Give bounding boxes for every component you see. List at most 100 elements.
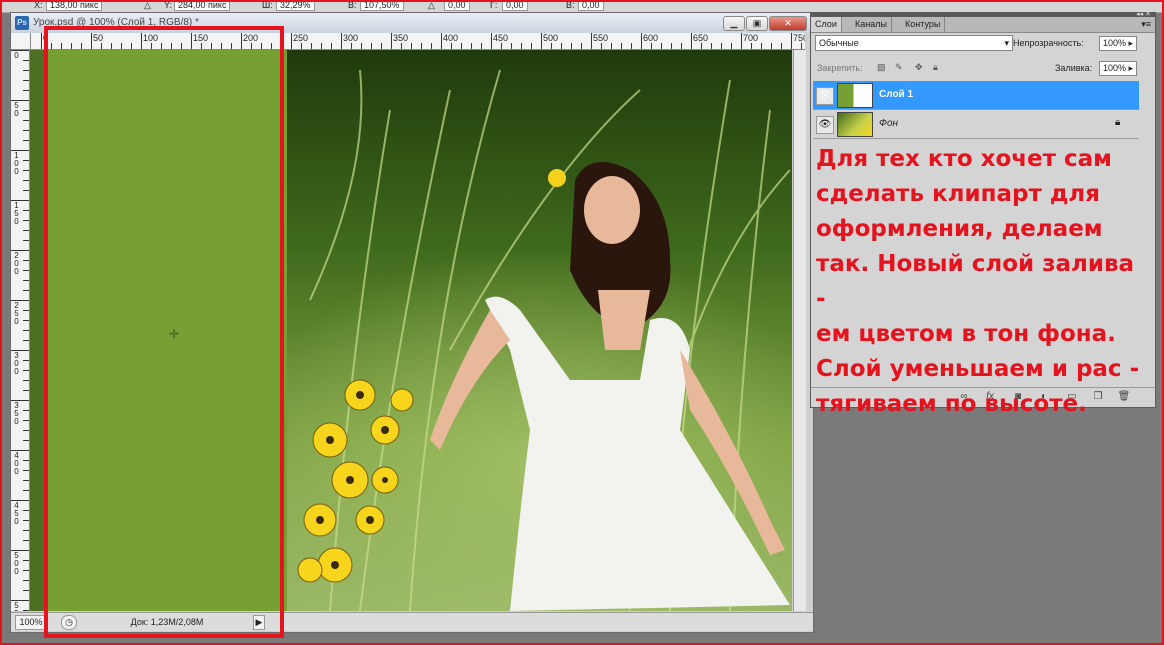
lock-move-icon[interactable]: ✥ [915,62,923,73]
fill-layer-rect [44,50,287,611]
ruler-tick [23,70,29,71]
ruler-tick [23,410,29,411]
document-titlebar[interactable]: Ps Урок.psd @ 100% (Слой 1, RGB/8) * ▁ ▣… [11,13,813,33]
layer-name[interactable]: Слой 1 [879,89,913,100]
ruler-tick [23,210,29,211]
ruler-label: 2 0 0 [14,251,19,276]
photo-layer: ✛ [30,50,792,611]
ruler-tick [411,43,412,49]
maximize-button[interactable]: ▣ [746,16,768,31]
blend-mode-select[interactable]: Обычные ▾ [815,35,1013,51]
ruler-corner[interactable] [11,33,31,50]
lock-all-icon[interactable]: 🔒︎ [933,62,938,73]
ruler-tick [51,43,52,49]
ruler-tick [23,140,29,141]
ruler-tick [621,43,622,49]
ruler-tick [721,43,722,49]
ruler-tick [23,90,29,91]
close-button[interactable]: ✕ [769,16,807,31]
lock-brush-icon[interactable]: ✎ [895,62,903,73]
ruler-tick [23,570,29,571]
ruler-label: 500 [543,33,559,43]
horizontal-ruler[interactable]: 0 50 100 150 200 250 300 350 400 450 500 550 600 650 7… [31,33,805,50]
ruler-tick [551,43,552,49]
ruler-tick [751,43,752,49]
ruler-tick [23,110,29,111]
ruler-tick [71,43,72,49]
x-field[interactable]: 138,00 пикс [46,0,103,11]
w-field[interactable]: 32,29% [276,0,315,11]
vskew-field[interactable]: 0,00 [578,0,604,11]
ruler-tick [211,43,212,49]
ruler-tick [461,43,462,49]
hskew-field[interactable]: 0,00 [502,0,528,11]
rotate-icon: △ [428,0,435,10]
y-field[interactable]: 284,00 пикс [174,0,231,11]
minimize-button[interactable]: ▁ [723,16,745,31]
ruler-tick [701,43,702,49]
panel-menu-icon[interactable]: ▾≡ [1141,19,1151,30]
layer-row-background[interactable]: 👁︎ Фон 🔒︎ [813,110,1139,139]
eye-icon[interactable]: 👁︎ [816,116,834,134]
ruler-tick [23,120,29,121]
document-canvas[interactable]: ✛ [30,50,792,611]
ruler-tick [101,43,102,49]
ruler-tick [23,240,29,241]
opacity-field[interactable]: 100% ▸ [1099,36,1138,51]
svg-text:✛: ✛ [169,327,179,341]
document-title: Урок.psd @ 100% (Слой 1, RGB/8) * [33,17,199,28]
ruler-tick [23,220,29,221]
ruler-tick [441,33,442,49]
status-menu-arrow-icon[interactable]: ▶ [253,615,265,630]
ruler-tick [23,130,29,131]
ruler-tick [23,390,29,391]
ruler-tick [481,43,482,49]
ruler-tick [321,43,322,49]
tutorial-annotation: Для тех кто хочет сам сделать клипарт дл… [816,146,1140,417]
ruler-tick [741,33,742,49]
ruler-tick [281,43,282,49]
ruler-tick [23,580,29,581]
ruler-label: 3 5 0 [14,401,19,426]
ruler-tick [41,33,42,49]
ruler-tick [711,43,712,49]
ruler-tick [601,43,602,49]
ruler-label: 2 5 0 [14,301,19,326]
ruler-tick [161,43,162,49]
h-label: В: [348,0,357,10]
ruler-tick [23,480,29,481]
lock-transparency-icon[interactable]: ▧ [877,62,886,73]
ruler-tick [271,43,272,49]
ruler-tick [23,590,29,591]
ruler-tick [23,230,29,231]
ruler-tick [81,43,82,49]
ruler-tick [251,43,252,49]
ruler-tick [23,260,29,261]
rotate-field[interactable]: 0,00 [444,0,470,11]
tab-paths[interactable]: Контуры [901,17,946,32]
fill-label: Заливка: [1055,63,1093,73]
ruler-tick [381,43,382,49]
zoom-field[interactable]: 100% [15,615,47,630]
ruler-label: 5 5 0 [14,601,19,612]
ruler-label: 0 [14,51,19,60]
vertical-ruler[interactable]: 0 5 0 1 0 0 1 5 0 2 0 0 2 5 0 3 0 0 3 5 0 4 0 0 4… [11,50,30,611]
ruler-tick [241,33,242,49]
ruler-label: 350 [393,33,409,43]
ruler-tick [181,43,182,49]
h-field[interactable]: 107,50% [360,0,404,11]
ruler-tick [23,440,29,441]
fill-field[interactable]: 100% ▸ [1099,61,1138,76]
ruler-tick [23,290,29,291]
ruler-tick [171,43,172,49]
tab-channels[interactable]: Каналы [851,17,892,32]
vertical-scrollbar[interactable] [793,50,806,611]
ruler-tick [631,43,632,49]
eye-icon[interactable]: 👁︎ [816,87,834,105]
layer-row-1[interactable]: 👁︎ Слой 1 [813,81,1139,110]
layer-name[interactable]: Фон [879,118,898,129]
tab-layers[interactable]: Слои [811,17,842,32]
status-toggle-icon[interactable]: ◷ [61,615,77,630]
ruler-tick [23,190,29,191]
ruler-tick [521,43,522,49]
